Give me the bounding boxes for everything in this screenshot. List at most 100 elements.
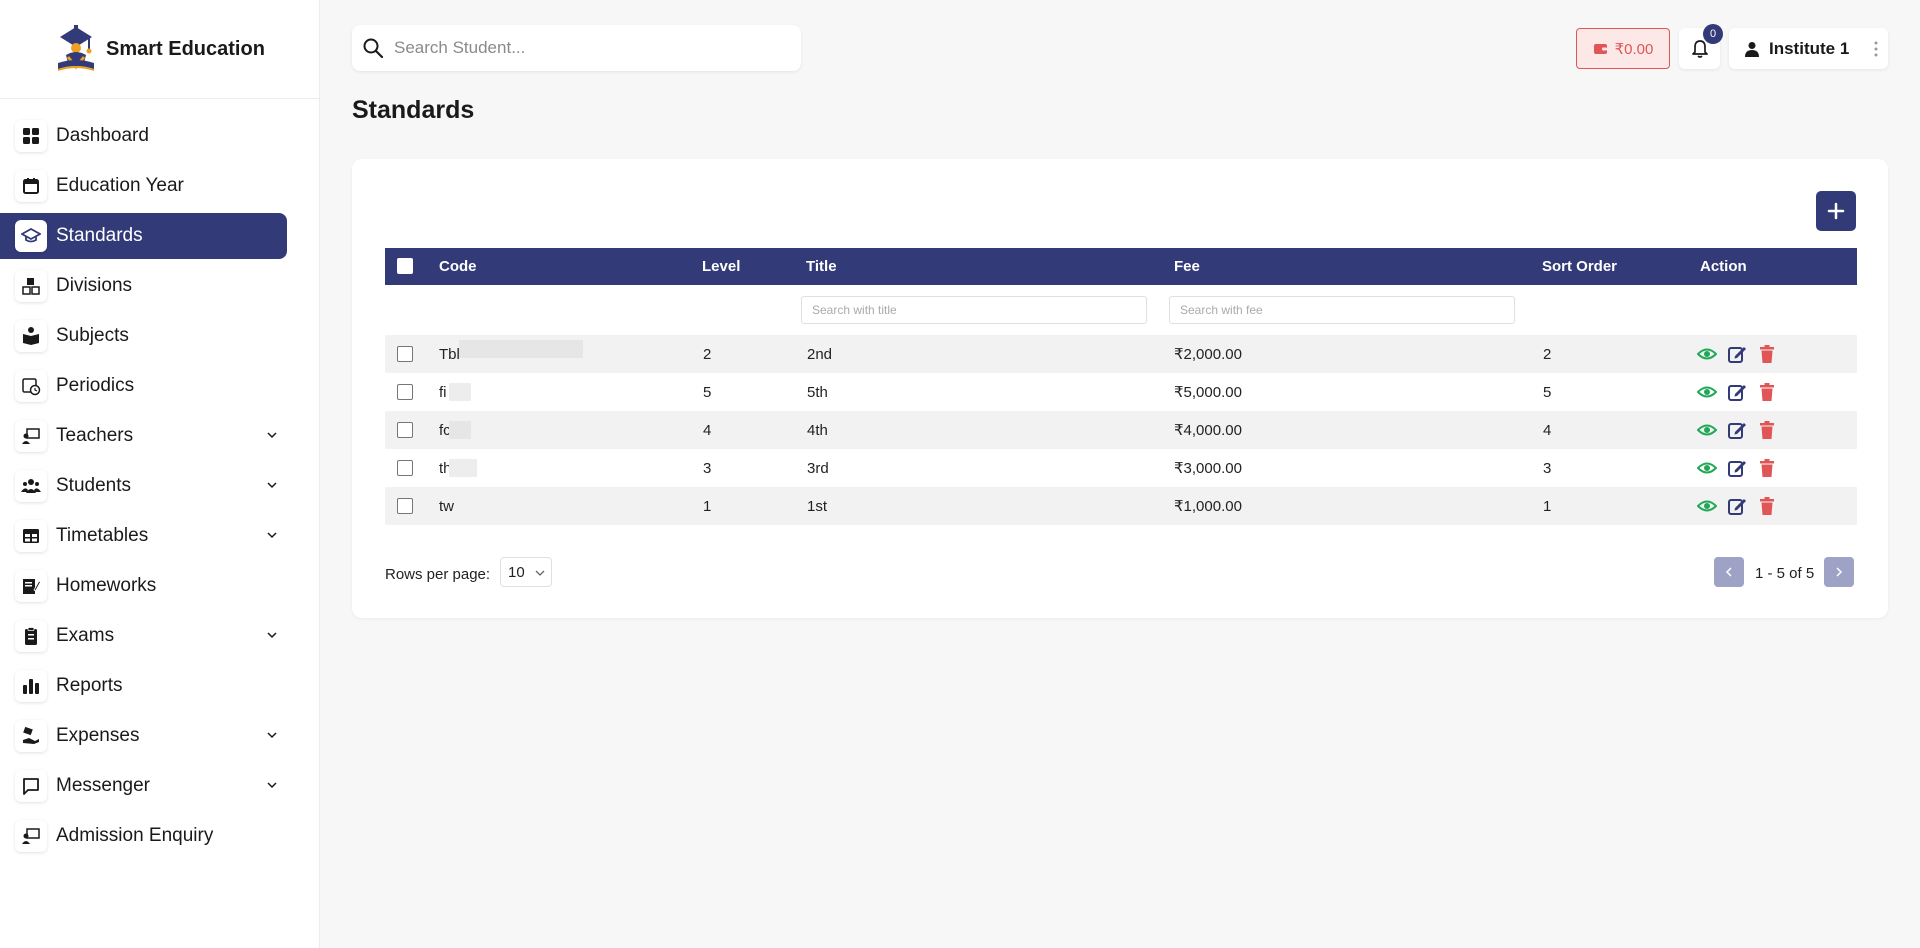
view-icon[interactable] <box>1697 382 1717 402</box>
header-title[interactable]: Title <box>806 258 837 275</box>
cell-title: 1st <box>807 497 828 515</box>
sidebar-nav: Dashboard Education Year Standards Divis… <box>0 99 319 859</box>
edit-icon[interactable] <box>1727 420 1747 440</box>
row-checkbox[interactable] <box>397 422 413 438</box>
view-icon[interactable] <box>1697 420 1717 440</box>
sidebar-item-homeworks[interactable]: Homeworks <box>0 563 287 609</box>
rows-per-page-select[interactable]: 10 <box>500 557 552 587</box>
next-page-button[interactable] <box>1824 557 1854 587</box>
edit-icon[interactable] <box>1727 382 1747 402</box>
wallet-button[interactable]: ₹0.00 <box>1576 28 1670 69</box>
add-standard-button[interactable] <box>1816 191 1856 231</box>
sidebar-item-admission-enquiry[interactable]: Admission Enquiry <box>0 813 287 859</box>
delete-icon[interactable] <box>1757 420 1777 440</box>
chevron-down-icon <box>267 532 277 539</box>
edit-document-icon <box>23 579 41 594</box>
pagination-range: 1 - 5 of 5 <box>1755 565 1815 582</box>
view-icon[interactable] <box>1697 458 1717 478</box>
cell-fee: ₹5,000.00 <box>1174 384 1242 401</box>
header-code[interactable]: Code <box>439 258 477 275</box>
kebab-menu-icon[interactable] <box>1872 40 1880 58</box>
calendar-clock-icon <box>22 378 41 396</box>
sidebar-item-label: Teachers <box>56 425 134 446</box>
cell-fee: ₹3,000.00 <box>1174 460 1242 477</box>
sidebar-item-label: Messenger <box>56 775 150 796</box>
person-icon <box>1745 41 1759 57</box>
brand[interactable]: Smart Education <box>0 0 319 99</box>
cell-level: 5 <box>703 383 712 401</box>
bar-chart-icon <box>23 679 39 694</box>
search-bar <box>352 25 801 71</box>
sidebar-item-messenger[interactable]: Messenger <box>0 763 287 809</box>
cell-code: fi <box>439 383 447 401</box>
brand-name: Smart Education <box>106 37 265 60</box>
cell-fee: ₹4,000.00 <box>1174 422 1242 439</box>
header-level[interactable]: Level <box>702 258 740 275</box>
user-menu[interactable]: Institute 1 <box>1729 28 1888 69</box>
redacted-mask <box>459 340 583 358</box>
select-all-checkbox[interactable] <box>397 258 413 274</box>
standards-table: Code Level Title Fee Sort Order Action T… <box>385 248 1857 525</box>
previous-page-button[interactable] <box>1714 557 1744 587</box>
message-icon <box>23 778 39 795</box>
chevron-down-icon <box>267 432 277 439</box>
sidebar-item-teachers[interactable]: Teachers <box>0 413 287 459</box>
calendar-icon <box>23 178 39 194</box>
table-row[interactable]: Tbl 2 2nd ₹2,000.00 2 <box>385 335 1857 373</box>
search-icon <box>363 38 384 59</box>
sidebar-item-timetables[interactable]: Timetables <box>0 513 287 559</box>
header-fee[interactable]: Fee <box>1174 258 1200 275</box>
row-checkbox[interactable] <box>397 346 413 362</box>
sidebar-item-exams[interactable]: Exams <box>0 613 287 659</box>
cell-title: 3rd <box>807 459 829 477</box>
sidebar-item-subjects[interactable]: Subjects <box>0 313 287 359</box>
rows-per-page-label: Rows per page: <box>385 566 491 583</box>
delete-icon[interactable] <box>1757 344 1777 364</box>
sidebar-item-expenses[interactable]: Expenses <box>0 713 287 759</box>
page-title: Standards <box>352 96 475 124</box>
table-row[interactable]: fc 4 4th ₹4,000.00 4 <box>385 411 1857 449</box>
view-icon[interactable] <box>1697 496 1717 516</box>
users-icon <box>21 479 41 493</box>
dashboard-icon <box>23 128 39 144</box>
table-row[interactable]: tw 1 1st ₹1,000.00 1 <box>385 487 1857 525</box>
delete-icon[interactable] <box>1757 382 1777 402</box>
table-row[interactable]: th 3 3rd ₹3,000.00 3 <box>385 449 1857 487</box>
table-row[interactable]: fi 5 5th ₹5,000.00 5 <box>385 373 1857 411</box>
redacted-mask <box>449 459 477 477</box>
notifications-button[interactable]: 0 <box>1679 24 1723 69</box>
delete-icon[interactable] <box>1757 458 1777 478</box>
edit-icon[interactable] <box>1727 458 1747 478</box>
fee-filter-input[interactable] <box>1169 296 1515 324</box>
header-sort-order[interactable]: Sort Order <box>1542 258 1617 275</box>
sidebar-item-label: Expenses <box>56 725 140 746</box>
cell-sort-order: 4 <box>1543 421 1552 439</box>
sidebar-item-reports[interactable]: Reports <box>0 663 287 709</box>
row-checkbox[interactable] <box>397 460 413 476</box>
sidebar-item-label: Students <box>56 475 131 496</box>
cell-level: 4 <box>703 421 712 439</box>
sidebar-item-education-year[interactable]: Education Year <box>0 163 287 209</box>
delete-icon[interactable] <box>1757 496 1777 516</box>
sidebar-item-divisions[interactable]: Divisions <box>0 263 287 309</box>
cell-level: 1 <box>703 497 712 515</box>
graduation-logo-icon <box>58 25 94 71</box>
sidebar-item-students[interactable]: Students <box>0 463 287 509</box>
row-checkbox[interactable] <box>397 498 413 514</box>
edit-icon[interactable] <box>1727 344 1747 364</box>
view-icon[interactable] <box>1697 344 1717 364</box>
row-checkbox[interactable] <box>397 384 413 400</box>
sidebar-item-label: Reports <box>56 675 123 696</box>
wallet-amount: ₹0.00 <box>1614 40 1654 58</box>
cell-title: 4th <box>807 421 828 439</box>
title-filter-input[interactable] <box>801 296 1147 324</box>
table-icon <box>23 529 39 543</box>
sidebar-item-dashboard[interactable]: Dashboard <box>0 113 287 159</box>
sidebar-item-periodics[interactable]: Periodics <box>0 363 287 409</box>
sidebar-item-label: Subjects <box>56 325 129 346</box>
edit-icon[interactable] <box>1727 496 1747 516</box>
search-input[interactable] <box>394 38 774 58</box>
cell-sort-order: 3 <box>1543 459 1552 477</box>
chevron-down-icon <box>267 632 277 639</box>
sidebar-item-standards[interactable]: Standards <box>0 213 287 259</box>
